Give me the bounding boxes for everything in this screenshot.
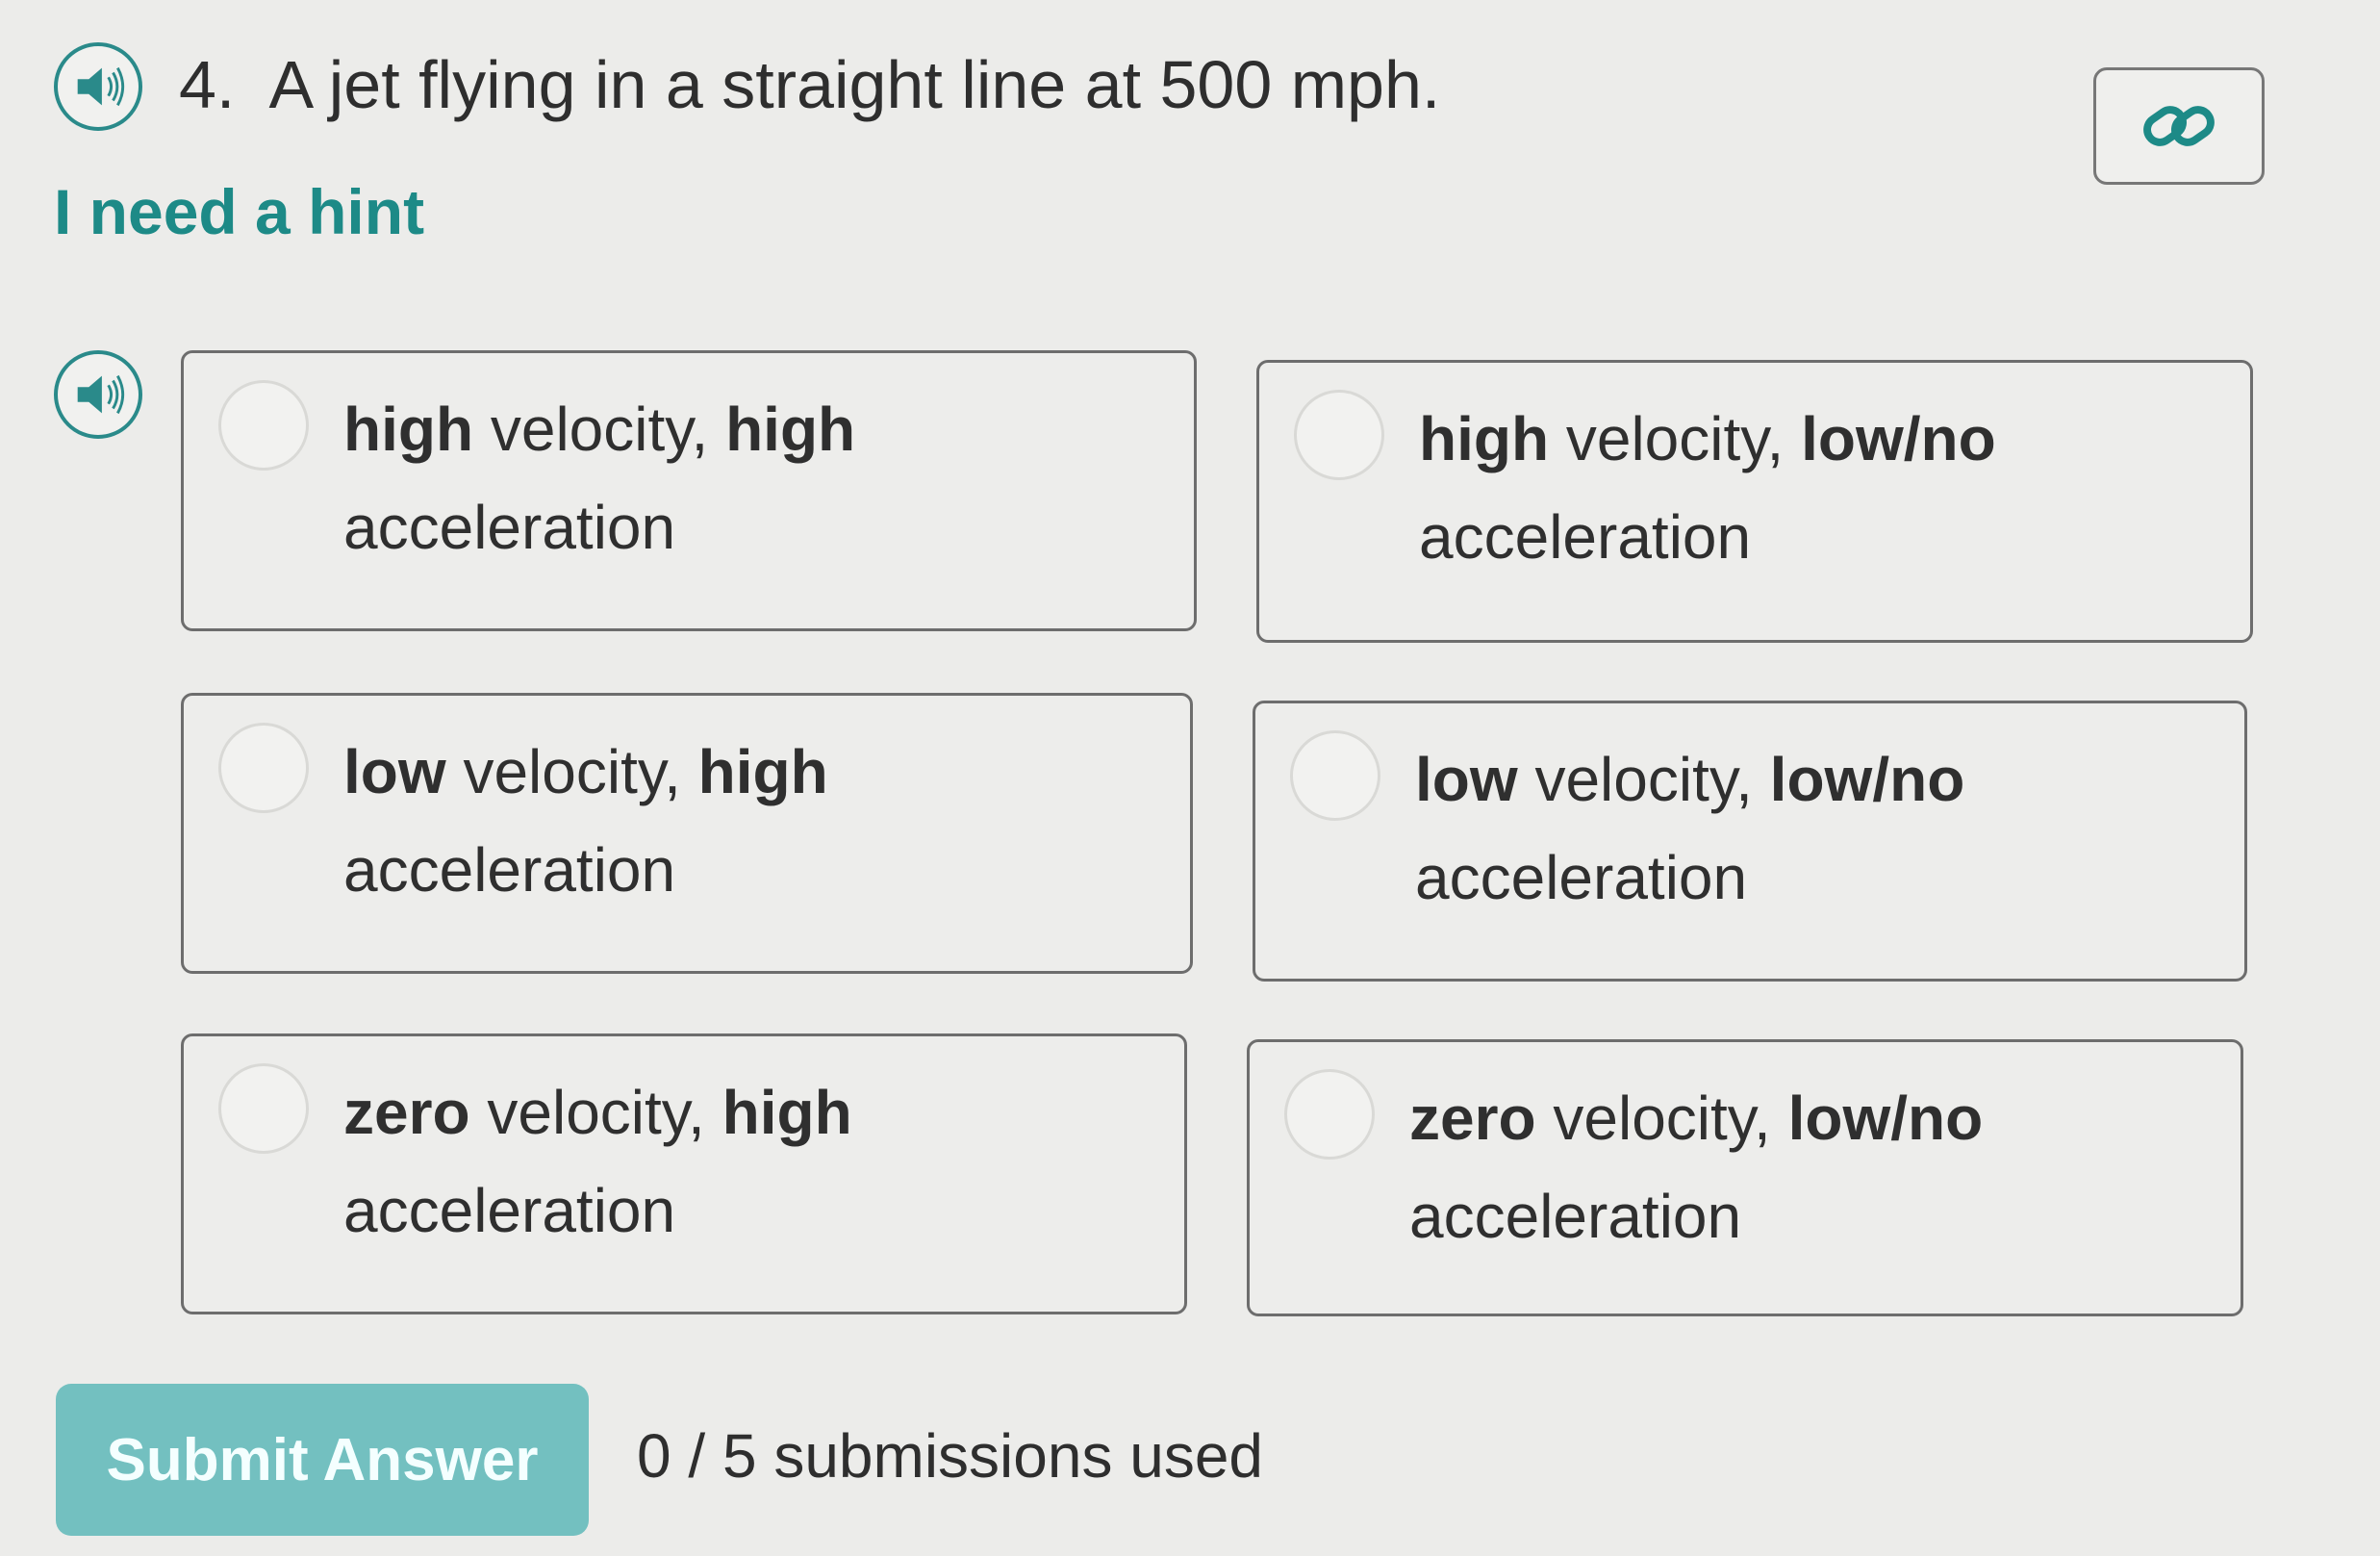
option-term: acceleration [343,835,676,905]
option-term: acceleration [1419,502,1752,572]
radio-button[interactable] [218,380,309,471]
answer-option-5[interactable]: zero velocity, high acceleration [181,1033,1187,1314]
option-term: velocity, [445,737,698,806]
option-term: zero [343,1078,470,1147]
option-label: zero velocity, low/no acceleration [1409,1069,2198,1265]
option-term: high [697,737,828,806]
question-number: 4. [179,47,236,122]
answer-option-3[interactable]: low velocity, high acceleration [181,693,1193,974]
submissions-counter: 0 / 5 submissions used [637,1421,1263,1491]
radio-button[interactable] [218,723,309,813]
hint-link[interactable]: I need a hint [54,175,424,248]
option-term: velocity, [473,395,726,464]
submit-answer-button[interactable]: Submit Answer [56,1384,589,1536]
question-text: 4. A jet flying in a straight line at 50… [179,46,1440,123]
option-term: low/no [1801,404,1996,473]
option-term: high [725,395,856,464]
option-term: acceleration [343,1176,676,1245]
option-term: high [343,395,474,464]
option-term: velocity, [1535,1084,1788,1153]
option-term: velocity, [1517,745,1770,814]
answer-option-6[interactable]: zero velocity, low/no acceleration [1247,1039,2243,1316]
answer-option-2[interactable]: high velocity, low/no acceleration [1256,360,2253,643]
question-prompt: A jet flying in a straight line at 500 m… [268,47,1441,122]
option-term: high [1419,404,1550,473]
speaker-icon [77,66,125,107]
speaker-icon [77,374,125,415]
answer-option-1[interactable]: high velocity, high acceleration [181,350,1197,631]
option-term: low/no [1769,745,1965,814]
option-label: low velocity, low/no acceleration [1415,730,2204,927]
answer-option-4[interactable]: low velocity, low/no acceleration [1253,701,2247,982]
option-term: low/no [1787,1084,1984,1153]
option-term: low [343,737,446,806]
option-label: low velocity, high acceleration [343,723,1132,919]
link-icon [2143,106,2215,146]
permalink-button[interactable] [2093,67,2265,185]
option-term: acceleration [1415,843,1748,912]
options-audio-button[interactable] [54,350,142,439]
option-label: high velocity, high acceleration [343,380,1132,576]
radio-button[interactable] [1290,730,1380,821]
radio-button[interactable] [1294,390,1384,480]
option-term: acceleration [343,493,676,562]
option-term: low [1415,745,1518,814]
option-label: zero velocity, high acceleration [343,1063,1132,1260]
option-term: high [722,1078,852,1147]
option-term: velocity, [469,1078,722,1147]
question-audio-button[interactable] [54,42,142,131]
option-term: velocity, [1549,404,1802,473]
radio-button[interactable] [218,1063,309,1154]
question-page: 4. A jet flying in a straight line at 50… [0,0,2380,1556]
option-term: zero [1409,1084,1536,1153]
option-label: high velocity, low/no acceleration [1419,390,2208,586]
radio-button[interactable] [1284,1069,1375,1160]
option-term: acceleration [1409,1182,1742,1251]
